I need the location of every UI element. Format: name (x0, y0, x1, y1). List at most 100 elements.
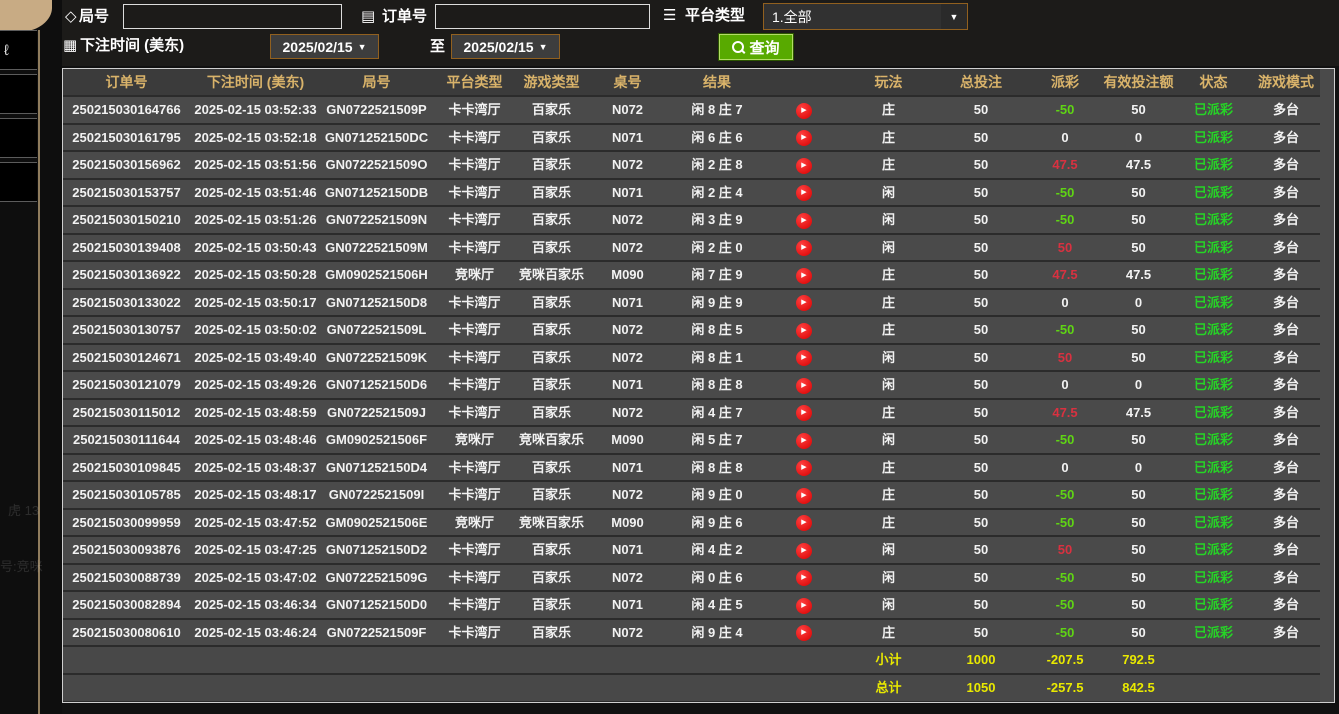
cell-total-bet: 50 (934, 180, 1028, 207)
cell-total-bet: 50 (934, 97, 1028, 125)
cell-replay: ▶ (765, 97, 843, 125)
cell-bet-time: 2025-02-15 03:47:52 (190, 510, 321, 537)
cell-table-no: N071 (586, 290, 669, 317)
cell-bet-time: 2025-02-15 03:50:28 (190, 262, 321, 290)
video-replay-icon[interactable]: ▶ (796, 130, 812, 147)
video-replay-icon[interactable]: ▶ (796, 267, 812, 284)
cell-total-bet: 50 (934, 482, 1028, 510)
video-replay-icon[interactable]: ▶ (796, 460, 812, 477)
table-row: 250215030133022 2025-02-15 03:50:17 GN0712… (63, 290, 1334, 317)
subtotal-row: 小计 1000 -207.5 792.5 (63, 647, 1334, 675)
video-replay-icon[interactable]: ▶ (796, 597, 812, 614)
cell-valid-bet: 50 (1102, 345, 1175, 372)
empty-cell (517, 674, 586, 702)
cell-replay: ▶ (765, 207, 843, 235)
cell-total-bet: 50 (934, 207, 1028, 235)
cell-bet-time: 2025-02-15 03:48:59 (190, 400, 321, 427)
cell-play-method: 闲 (843, 537, 934, 565)
table-row: 250215030115012 2025-02-15 03:48:59 GN0722… (63, 400, 1334, 427)
order-no-input[interactable] (435, 4, 650, 29)
video-replay-icon[interactable]: ▶ (796, 405, 812, 422)
cell-round-no: GM0902521506F (321, 427, 432, 455)
cell-replay: ▶ (765, 592, 843, 620)
table-row: 250215030156962 2025-02-15 03:51:56 GN0722… (63, 152, 1334, 180)
video-replay-icon[interactable]: ▶ (796, 542, 812, 559)
ghost-text: 虎 13 (8, 503, 40, 518)
query-button[interactable]: 查询 (718, 33, 794, 61)
cell-table-no: N072 (586, 565, 669, 592)
table-row: 250215030130757 2025-02-15 03:50:02 GN0722… (63, 317, 1334, 345)
cell-play-method: 庄 (843, 97, 934, 125)
cell-play-method: 庄 (843, 620, 934, 647)
cell-status: 已派彩 (1175, 565, 1252, 592)
date-to-select[interactable]: 2025/02/15 ▼ (451, 34, 560, 59)
cell-play-method: 庄 (843, 152, 934, 180)
video-replay-icon[interactable]: ▶ (796, 432, 812, 449)
video-replay-icon[interactable]: ▶ (796, 212, 812, 229)
calendar-icon: ▦ (63, 37, 78, 54)
clipboard-icon: ▤ (361, 8, 376, 25)
cell-platform-type: 竞咪厅 (432, 510, 517, 537)
cell-payout: 0 (1028, 125, 1102, 152)
cell-replay: ▶ (765, 455, 843, 482)
cell-result: 闲 0 庄 6 (669, 565, 765, 592)
table-row: 250215030111644 2025-02-15 03:48:46 GM0902… (63, 427, 1334, 455)
cell-bet-time: 2025-02-15 03:46:34 (190, 592, 321, 620)
header-cell: 有效投注额 (1102, 69, 1175, 97)
cell-total-bet: 50 (934, 317, 1028, 345)
video-replay-icon[interactable]: ▶ (796, 240, 812, 257)
cell-payout: -50 (1028, 180, 1102, 207)
video-replay-icon[interactable]: ▶ (796, 185, 812, 202)
cell-round-no: GN0722521509I (321, 482, 432, 510)
cell-valid-bet: 0 (1102, 290, 1175, 317)
video-replay-icon[interactable]: ▶ (796, 515, 812, 532)
cell-game-mode: 多台 (1252, 537, 1320, 565)
bet-time-label: 下注时间 (美东) (80, 37, 185, 54)
cell-valid-bet: 50 (1102, 510, 1175, 537)
cell-platform-type: 卡卡湾厅 (432, 482, 517, 510)
video-replay-icon[interactable]: ▶ (796, 322, 812, 339)
cell-platform-type: 卡卡湾厅 (432, 565, 517, 592)
cell-result: 闲 4 庄 2 (669, 537, 765, 565)
cell-round-no: GN0722521509K (321, 345, 432, 372)
video-replay-icon[interactable]: ▶ (796, 295, 812, 312)
header-cell: 订单号 (63, 69, 190, 97)
cell-valid-bet: 0 (1102, 125, 1175, 152)
video-replay-icon[interactable]: ▶ (796, 157, 812, 174)
date-from-select[interactable]: 2025/02/15 ▼ (270, 34, 379, 59)
bet-records-table: 订单号 下注时间 (美东) 局号 平台类型 游戏类型 桌号 结果 玩法 总投注 派彩 有效投注额 状态… (62, 68, 1335, 703)
total-row-valid: 842.5 (1102, 674, 1175, 702)
cell-game-mode: 多台 (1252, 180, 1320, 207)
cell-table-no: N071 (586, 592, 669, 620)
cell-replay: ▶ (765, 427, 843, 455)
empty-cell (63, 647, 190, 675)
table-row: 250215030093876 2025-02-15 03:47:25 GN0712… (63, 537, 1334, 565)
video-replay-icon[interactable]: ▶ (796, 102, 812, 119)
cell-table-no: N071 (586, 537, 669, 565)
tag-icon: ◇ (65, 8, 77, 25)
table-row: 250215030139408 2025-02-15 03:50:43 GN0722… (63, 235, 1334, 262)
cell-status: 已派彩 (1175, 537, 1252, 565)
video-replay-icon[interactable]: ▶ (796, 570, 812, 587)
table-row: 250215030099959 2025-02-15 03:47:52 GM0902… (63, 510, 1334, 537)
cell-bet-time: 2025-02-15 03:47:02 (190, 565, 321, 592)
cell-play-method: 闲 (843, 565, 934, 592)
cell-bet-time: 2025-02-15 03:49:26 (190, 372, 321, 400)
table-row: 250215030080610 2025-02-15 03:46:24 GN0722… (63, 620, 1334, 647)
cell-game-mode: 多台 (1252, 152, 1320, 180)
cell-total-bet: 50 (934, 152, 1028, 180)
video-replay-icon[interactable]: ▶ (796, 377, 812, 394)
video-replay-icon[interactable]: ▶ (796, 487, 812, 504)
game-no-input[interactable] (123, 4, 342, 29)
cell-order-no: 250215030130757 (63, 317, 190, 345)
cell-order-no: 250215030109845 (63, 455, 190, 482)
empty-cell (432, 647, 517, 675)
video-replay-icon[interactable]: ▶ (796, 625, 812, 642)
cell-order-no: 250215030156962 (63, 152, 190, 180)
cell-game-type: 竞咪百家乐 (517, 427, 586, 455)
video-replay-icon[interactable]: ▶ (796, 350, 812, 367)
platform-type-select[interactable]: 1.全部 ▼ (763, 3, 968, 30)
cell-replay: ▶ (765, 317, 843, 345)
cell-replay: ▶ (765, 152, 843, 180)
cell-valid-bet: 50 (1102, 592, 1175, 620)
